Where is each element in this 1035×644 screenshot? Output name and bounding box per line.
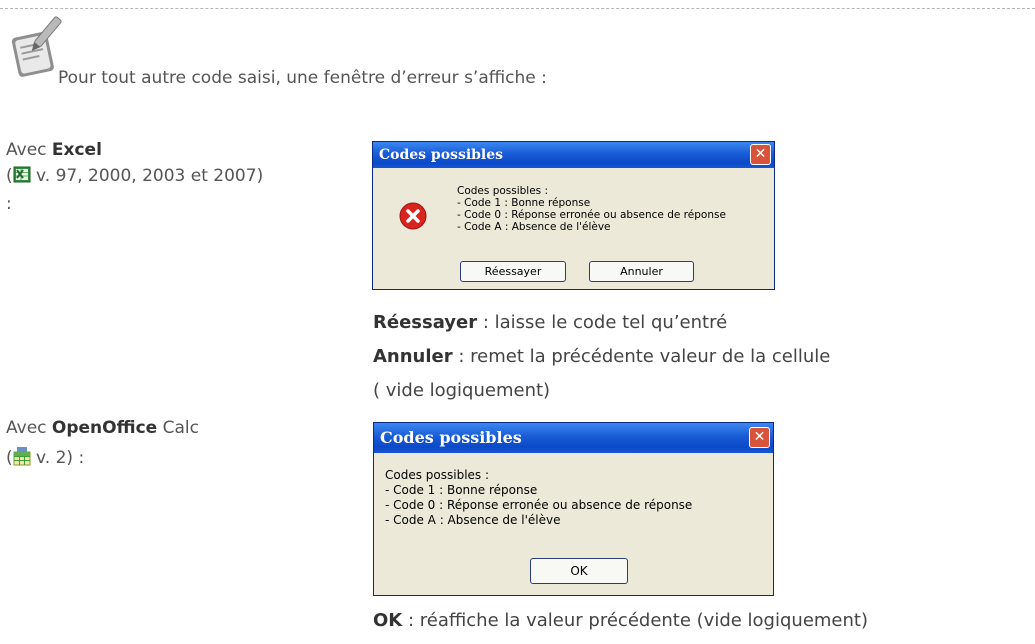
close-icon[interactable]: ✕ xyxy=(749,427,770,448)
notepad-pencil-icon xyxy=(11,16,62,77)
excel-versions: ( v. 97, 2000, 2003 et 2007) xyxy=(6,166,264,186)
retry-button[interactable]: Réessayer xyxy=(460,261,566,282)
ok-note: OK : réaffiche la valeur précédente (vid… xyxy=(373,610,868,631)
excel-icon xyxy=(13,166,31,183)
dialog-message: Codes possibles : - Code 1 : Bonne répon… xyxy=(457,185,726,233)
cancel-button[interactable]: Annuler xyxy=(589,261,694,282)
ok-button[interactable]: OK xyxy=(530,558,628,584)
calc-error-dialog: Codes possibles ✕ Codes possibles : - Co… xyxy=(373,422,774,596)
top-divider xyxy=(0,8,1035,9)
retry-note: Réessayer : laisse le code tel qu’entré xyxy=(373,312,728,333)
calc-heading: Avec OpenOffice Calc xyxy=(6,418,199,438)
dialog-title-bar: Codes possibles ✕ xyxy=(373,142,774,168)
calc-app-name: OpenOffice xyxy=(51,418,158,438)
dialog-title-bar: Codes possibles ✕ xyxy=(374,423,773,453)
excel-heading: Avec Excel xyxy=(6,140,102,160)
excel-app-name: Excel xyxy=(51,140,102,160)
cancel-note-continued: ( vide logiquement) xyxy=(373,380,551,401)
close-icon[interactable]: ✕ xyxy=(750,144,771,165)
calc-icon xyxy=(13,447,31,466)
excel-colon: : xyxy=(6,194,12,214)
dialog-message: Codes possibles : - Code 1 : Bonne répon… xyxy=(385,468,693,527)
error-icon xyxy=(399,202,427,230)
excel-error-dialog: Codes possibles ✕ Codes possibles : - Co… xyxy=(372,141,775,290)
calc-version: ( v. 2) : xyxy=(6,447,85,468)
cancel-note: Annuler : remet la précédente valeur de … xyxy=(373,346,831,367)
intro-text: Pour tout autre code saisi, une fenêtre … xyxy=(58,68,547,88)
